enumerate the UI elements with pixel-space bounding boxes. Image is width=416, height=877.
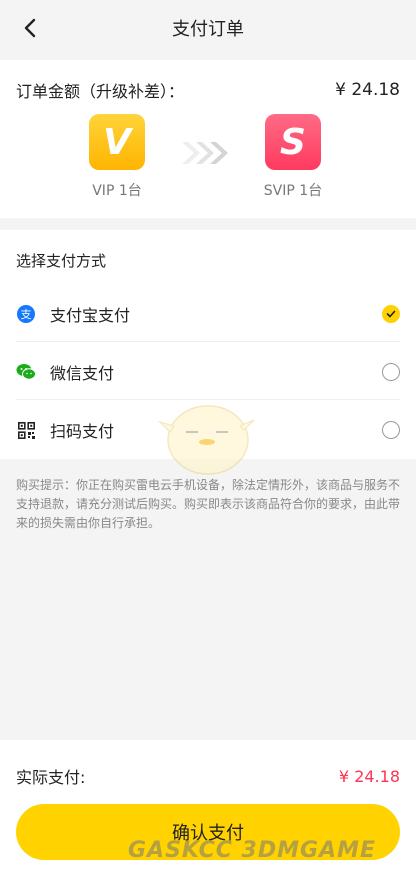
alipay-radio[interactable] [382,304,400,323]
wechat-radio[interactable] [382,362,400,381]
qr-code-icon [16,420,36,440]
payment-method-card: 选择支付方式 支 支付宝支付 微信支付 扫码支付 [0,230,416,459]
payment-option-qrcode[interactable]: 扫码支付 [16,402,400,458]
qrcode-radio[interactable] [382,421,400,439]
checkout-footer: 实际支付: ¥ 24.18 确认支付 [0,740,416,877]
actual-payment-row: 实际支付: ¥ 24.18 [16,764,400,788]
alipay-label: 支付宝支付 [50,305,131,325]
payment-option-wechat[interactable]: 微信支付 [16,344,400,400]
wechat-icon [16,362,36,382]
payment-option-alipay[interactable]: 支 支付宝支付 [16,286,400,342]
chevron-left-icon [24,18,36,38]
actual-payment-value: ¥ 24.18 [338,766,400,786]
check-icon [386,310,396,317]
wechat-label: 微信支付 [50,363,115,383]
qrcode-label: 扫码支付 [50,422,115,441]
current-tier-label: VIP 1台 [92,183,142,199]
order-amount-label: 订单金额（升级补差）： [16,82,185,101]
order-amount-row: 订单金额（升级补差）： ¥ 24.18 [16,78,400,102]
target-tier-label: SVIP 1台 [263,183,323,199]
back-button[interactable] [14,12,46,44]
svg-text:支: 支 [21,308,32,321]
actual-payment-label: 实际支付: [16,768,86,787]
page-title: 支付订单 [172,19,244,40]
vip-badge-icon: V [89,114,145,170]
app-header: 支付订单 [0,0,416,56]
order-summary-card: 订单金额（升级补差）： ¥ 24.18 V VIP 1台 S SVIP 1台 [0,60,416,218]
target-tier: S SVIP 1台 [248,114,338,200]
current-tier: V VIP 1台 [72,114,162,200]
payment-method-title: 选择支付方式 [16,252,107,270]
confirm-payment-button[interactable]: 确认支付 [16,804,400,860]
alipay-icon: 支 [16,304,36,324]
svip-badge-icon: S [265,114,321,170]
upgrade-arrows-icon [182,142,228,164]
order-amount-value: ¥ 24.18 [335,80,400,100]
purchase-notice: 购买提示：你正在购买雷电云手机设备，除法定情形外，该商品与服务不支持退款，请充分… [16,478,401,530]
